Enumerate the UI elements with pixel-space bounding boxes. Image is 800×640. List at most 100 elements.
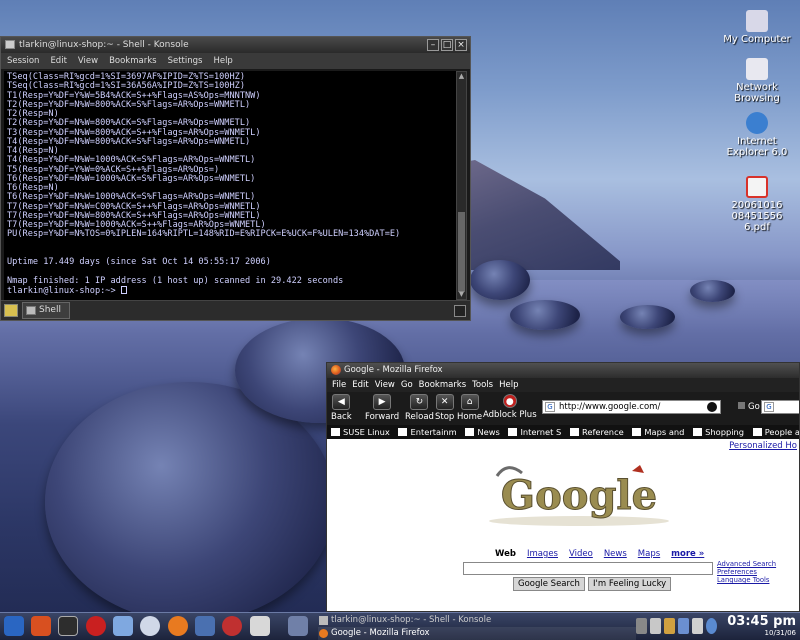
- tab-video[interactable]: Video: [569, 549, 593, 559]
- terminal-output[interactable]: TSeq(Class=RI%gcd=1%SI=3697AF%IPID=Z%TS=…: [4, 71, 457, 300]
- forward-label: Forward: [365, 412, 400, 422]
- terminal-launcher-icon[interactable]: [58, 616, 78, 636]
- boulder-small-3: [690, 280, 735, 302]
- network-status-icon[interactable]: [678, 618, 689, 634]
- google-search-button[interactable]: Google Search: [513, 577, 585, 591]
- terminal-cursor: [120, 285, 127, 294]
- tab-more[interactable]: more »: [671, 549, 704, 559]
- google-search-input[interactable]: [463, 562, 713, 575]
- task-label: tlarkin@linux-shop:~ - Shell - Konsole: [331, 615, 492, 625]
- task-firefox[interactable]: Google - Mozilla Firefox: [318, 627, 636, 640]
- menu-settings[interactable]: Settings: [168, 53, 203, 69]
- monitor-icon[interactable]: [195, 616, 215, 636]
- close-button[interactable]: ×: [455, 39, 467, 51]
- volume-icon[interactable]: [636, 618, 647, 634]
- konsole-window[interactable]: tlarkin@linux-shop:~ - Shell - Konsole –…: [0, 36, 471, 321]
- kmenu-icon[interactable]: [4, 616, 24, 636]
- scroll-down-arrow-icon[interactable]: ▼: [457, 290, 466, 299]
- bookmark-folder[interactable]: Internet S: [508, 425, 561, 439]
- battery-icon[interactable]: [692, 618, 703, 634]
- tab-news[interactable]: News: [604, 549, 627, 559]
- go-label: Go: [748, 402, 760, 412]
- menu-edit[interactable]: Edit: [352, 378, 368, 392]
- window-title: Google - Mozilla Firefox: [344, 365, 443, 375]
- scroll-up-arrow-icon[interactable]: ▲: [457, 72, 466, 81]
- logo-lettering: Google: [501, 472, 657, 519]
- new-session-button[interactable]: [4, 304, 18, 317]
- minimize-button[interactable]: –: [427, 39, 439, 51]
- preferences-link[interactable]: Preferences: [717, 568, 776, 576]
- home-folder-icon[interactable]: [31, 616, 51, 636]
- language-tools-link[interactable]: Language Tools: [717, 576, 776, 584]
- clock[interactable]: 03:45 pm 10/31/06: [727, 615, 796, 638]
- bookmark-folder[interactable]: News: [465, 425, 499, 439]
- menu-bookmarks[interactable]: Bookmarks: [109, 53, 157, 69]
- desktop-icon-pdf[interactable]: 20061016084515566.pdf: [722, 176, 792, 233]
- tab-maps[interactable]: Maps: [638, 549, 660, 559]
- personalized-home-link[interactable]: Personalized Ho: [729, 441, 797, 451]
- terminal-scrollbar[interactable]: ▲ ▼: [456, 71, 467, 300]
- menu-help[interactable]: Help: [499, 378, 518, 392]
- bookmark-folder[interactable]: Maps and: [632, 425, 684, 439]
- maximize-button[interactable]: □: [441, 39, 453, 51]
- desktop-icon-my-computer[interactable]: My Computer: [722, 10, 792, 45]
- google-logo[interactable]: Google: [487, 461, 672, 527]
- bookmark-folder[interactable]: People an: [753, 425, 799, 439]
- home-button[interactable]: ⌂ Home: [457, 394, 482, 422]
- menu-edit[interactable]: Edit: [50, 53, 66, 69]
- stop-button[interactable]: ✕ Stop: [435, 394, 454, 422]
- menu-view[interactable]: View: [375, 378, 395, 392]
- bluetooth-icon[interactable]: [706, 618, 717, 634]
- back-button[interactable]: ◀ Back: [331, 394, 352, 422]
- menu-bookmarks[interactable]: Bookmarks: [419, 378, 467, 392]
- home-label: Home: [457, 412, 483, 422]
- scrollbar-thumb[interactable]: [458, 212, 465, 292]
- network-launcher-icon[interactable]: [113, 616, 133, 636]
- konsole-titlebar[interactable]: tlarkin@linux-shop:~ - Shell - Konsole –…: [1, 37, 470, 53]
- task-konsole[interactable]: tlarkin@linux-shop:~ - Shell - Konsole: [318, 614, 636, 627]
- menu-session[interactable]: Session: [7, 53, 39, 69]
- url-bar[interactable]: Ghttp://www.google.com/: [542, 400, 721, 414]
- updater-icon[interactable]: [664, 618, 675, 634]
- forward-button[interactable]: ▶ Forward: [365, 394, 399, 422]
- network-icon: [746, 58, 768, 80]
- media-player-icon[interactable]: [222, 616, 242, 636]
- desktop-icon-internet-explorer[interactable]: Internet Explorer 6.0: [722, 112, 792, 158]
- desktop-icon-network[interactable]: Network Browsing: [722, 58, 792, 104]
- clipboard-icon[interactable]: [650, 618, 661, 634]
- tab-images[interactable]: Images: [527, 549, 558, 559]
- dropdown-icon[interactable]: [707, 402, 717, 412]
- bookmark-folder[interactable]: Entertainm: [398, 425, 456, 439]
- menu-help[interactable]: Help: [213, 53, 232, 69]
- menu-view[interactable]: View: [78, 53, 98, 69]
- firefox-launcher-icon[interactable]: [168, 616, 188, 636]
- tab-web[interactable]: Web: [495, 549, 516, 559]
- printer-icon[interactable]: [250, 616, 270, 636]
- system-tray: [636, 618, 717, 634]
- email-client-icon[interactable]: [140, 616, 160, 636]
- advanced-search-link[interactable]: Advanced Search: [717, 560, 776, 568]
- bookmark-folder[interactable]: Reference: [570, 425, 624, 439]
- task-label: Google - Mozilla Firefox: [331, 628, 430, 638]
- advanced-links: Advanced Search Preferences Language Too…: [717, 560, 776, 584]
- bookmark-folder[interactable]: Shopping: [693, 425, 744, 439]
- back-arrow-icon: ◀: [332, 394, 351, 410]
- tab-shell[interactable]: Shell: [22, 302, 70, 319]
- boulder-small: [620, 305, 675, 329]
- close-session-button[interactable]: [454, 305, 466, 317]
- computer-icon: [746, 10, 768, 32]
- menu-file[interactable]: File: [332, 378, 346, 392]
- menu-go[interactable]: Go: [401, 378, 413, 392]
- go-button[interactable]: Go: [738, 402, 760, 412]
- desktop-icon-label: Internet Explorer 6.0: [726, 136, 788, 158]
- menu-tools[interactable]: Tools: [472, 378, 493, 392]
- search-box[interactable]: G: [761, 400, 799, 414]
- feeling-lucky-button[interactable]: I'm Feeling Lucky: [588, 577, 672, 591]
- lifebuoy-help-icon[interactable]: [86, 616, 106, 636]
- adblock-button[interactable]: ● Adblock Plus: [483, 394, 537, 420]
- desktop-pager-icon[interactable]: [288, 616, 308, 636]
- reload-button[interactable]: ↻ Reload: [405, 394, 434, 422]
- bookmark-folder[interactable]: SUSE Linux: [331, 425, 390, 439]
- firefox-titlebar[interactable]: Google - Mozilla Firefox: [327, 363, 799, 378]
- firefox-window[interactable]: Google - Mozilla Firefox File Edit View …: [326, 362, 800, 612]
